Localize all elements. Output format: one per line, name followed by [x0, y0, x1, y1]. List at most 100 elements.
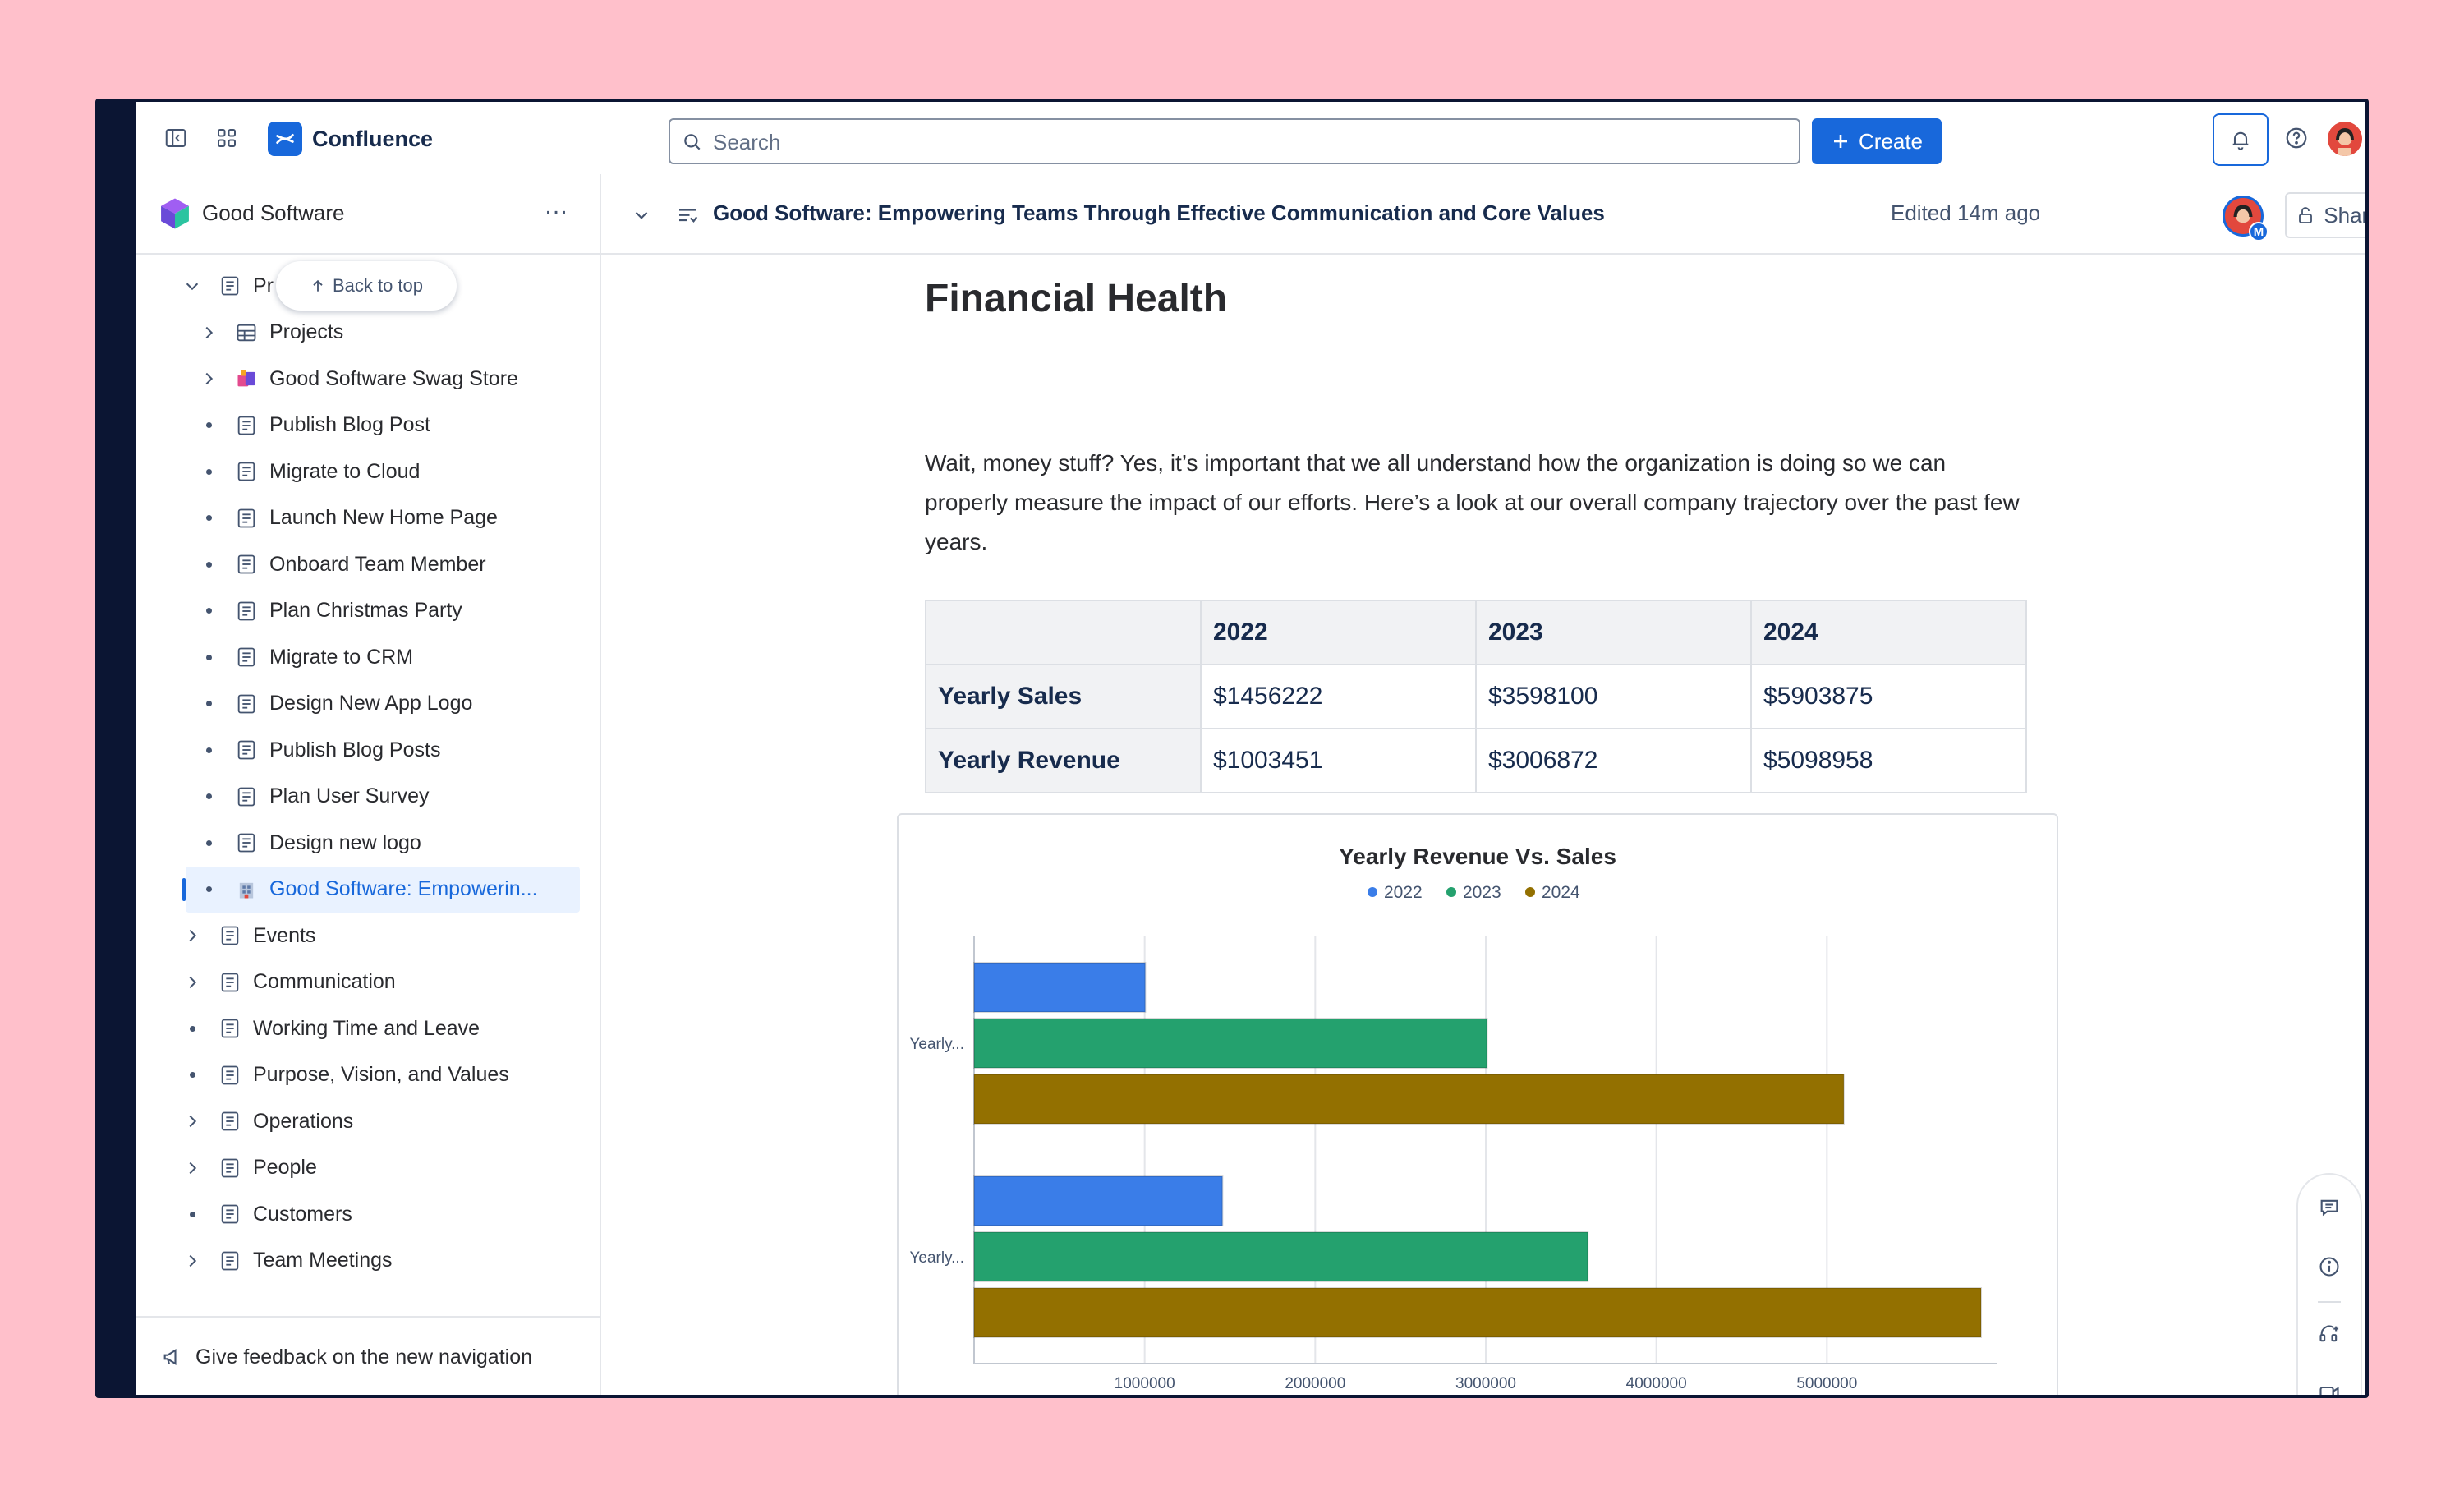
x-tick-label: 2000000 [1285, 1375, 1345, 1392]
sidebar-item[interactable]: Events [136, 913, 601, 959]
sidebar-item[interactable]: Launch New Home Page [136, 495, 601, 541]
sidebar-item-label: Migrate to CRM [269, 645, 414, 669]
bullet-icon[interactable] [199, 554, 218, 574]
ai-headset-icon[interactable] [2315, 1319, 2344, 1349]
space-logo-icon [161, 198, 189, 229]
sidebar-item-label: Communication [253, 970, 396, 993]
chevron-down-icon[interactable] [182, 276, 202, 296]
right-tool-rail [2296, 1173, 2362, 1395]
edited-status[interactable]: Edited 14m ago [1891, 200, 2040, 226]
table-cell: $5098958 [1749, 728, 2028, 794]
create-label: Create [1858, 128, 1924, 154]
bullet-icon[interactable] [182, 1065, 202, 1085]
video-icon[interactable] [2315, 1378, 2344, 1395]
rail-divider [2318, 1301, 2341, 1303]
bullet-icon[interactable] [199, 647, 218, 667]
building-emoji-icon [235, 878, 258, 901]
chevron-right-icon[interactable] [182, 1251, 202, 1271]
chevron-down-icon[interactable] [631, 205, 652, 226]
sidebar-item[interactable]: Good Software: Empowerin... [182, 866, 580, 913]
create-button[interactable]: Create [1812, 118, 1942, 164]
sidebar-item-label: Migrate to Cloud [269, 459, 421, 483]
bullet-icon[interactable] [199, 740, 218, 760]
bullet-icon[interactable] [182, 1204, 202, 1224]
bullet-icon[interactable] [199, 833, 218, 853]
page-icon [235, 831, 258, 854]
sidebar-item[interactable]: Communication [136, 959, 601, 1005]
sidebar-item[interactable]: Migrate to Cloud [136, 448, 601, 494]
share-button[interactable]: Share [2285, 192, 2365, 238]
page-title-breadcrumb[interactable]: Good Software: Empowering Teams Through … [713, 200, 1605, 226]
notifications-icon[interactable] [2213, 113, 2269, 166]
sidebar-item[interactable]: Working Time and Leave [136, 1005, 601, 1051]
sidebar-item-label: Team Meetings [253, 1249, 393, 1272]
help-icon[interactable] [2282, 123, 2311, 153]
sidebar-item-label: Design new logo [269, 830, 421, 854]
sidebar-item[interactable]: Good Software Swag Store [136, 356, 601, 402]
sidebar-item[interactable]: Purpose, Vision, and Values [136, 1052, 601, 1098]
page-icon [235, 414, 258, 437]
table-header-cell: 2022 [1199, 600, 1477, 665]
bullet-icon[interactable] [199, 462, 218, 481]
y-category-label: Yearly... [909, 1249, 964, 1267]
sidebar-item[interactable]: Onboard Team Member [136, 541, 601, 587]
sidebar-toggle-icon[interactable] [161, 123, 191, 153]
sidebar-item[interactable]: Customers [136, 1191, 601, 1237]
bullet-icon[interactable] [199, 787, 218, 807]
page-icon [218, 1249, 241, 1272]
sidebar-item[interactable]: Team Meetings [136, 1238, 601, 1284]
sidebar-item-label: Plan Christmas Party [269, 599, 462, 622]
sidebar-item[interactable]: Design New App Logo [136, 681, 601, 727]
bullet-icon[interactable] [199, 601, 218, 621]
comment-icon[interactable] [2315, 1193, 2344, 1222]
sidebar-item-label: Events [253, 923, 316, 947]
sidebar-item[interactable]: Plan User Survey [136, 774, 601, 820]
confluence-logo-icon[interactable] [268, 122, 302, 156]
chevron-right-icon[interactable] [182, 973, 202, 992]
page-icon [218, 1203, 241, 1226]
page-icon [235, 646, 258, 669]
chevron-right-icon[interactable] [199, 369, 218, 389]
info-icon[interactable] [2315, 1252, 2344, 1281]
sidebar-item[interactable]: Plan Christmas Party [136, 588, 601, 634]
sidebar-item-label: Pr [253, 274, 274, 297]
bar-2024 [973, 1074, 1845, 1125]
sidebar-item[interactable]: Publish Blog Posts [136, 727, 601, 773]
page-header: Good Software: Empowering Teams Through … [601, 174, 2365, 255]
chevron-right-icon[interactable] [182, 1158, 202, 1178]
chevron-right-icon[interactable] [182, 1111, 202, 1131]
sidebar-item-label: Good Software Swag Store [269, 366, 518, 390]
back-to-top-button[interactable]: Back to top [276, 261, 457, 310]
section-heading: Financial Health [925, 277, 1228, 320]
bar-2022 [973, 962, 1147, 1013]
legend-marker [1525, 887, 1535, 897]
app-name[interactable]: Confluence [312, 126, 433, 152]
space-more-icon[interactable]: … [544, 192, 569, 220]
search-input[interactable]: Search [669, 118, 1800, 164]
chevron-right-icon[interactable] [199, 323, 218, 343]
app-switcher-icon[interactable] [212, 123, 241, 153]
table-row: Yearly Sales $1456222 $3598100 $5903875 [925, 664, 2028, 729]
bullet-icon[interactable] [199, 694, 218, 714]
bullet-icon[interactable] [199, 416, 218, 435]
chevron-right-icon[interactable] [182, 926, 202, 945]
plus-icon [1833, 135, 1847, 148]
sidebar-item[interactable]: Projects [136, 310, 601, 356]
feedback-link[interactable]: Give feedback on the new navigation [195, 1346, 532, 1369]
sidebar-item[interactable]: Migrate to CRM [136, 634, 601, 680]
sidebar-item[interactable]: Operations [136, 1098, 601, 1144]
y-category-label: Yearly... [909, 1036, 964, 1053]
bullet-icon[interactable] [199, 508, 218, 528]
user-avatar[interactable] [2328, 122, 2362, 156]
sidebar-item-label: Good Software: Empowerin... [269, 877, 538, 900]
search-icon [684, 134, 701, 150]
table-cell: $3598100 [1474, 664, 1752, 729]
space-name[interactable]: Good Software [202, 200, 344, 226]
sidebar-item[interactable]: Publish Blog Post [136, 402, 601, 448]
sidebar-item[interactable]: Design new logo [136, 820, 601, 866]
sidebar-item[interactable]: People [136, 1145, 601, 1191]
bullet-icon[interactable] [199, 880, 218, 899]
page-icon [218, 971, 241, 994]
bullet-icon[interactable] [182, 1019, 202, 1038]
top-navigation-bar: Confluence Search Create [136, 102, 2365, 174]
